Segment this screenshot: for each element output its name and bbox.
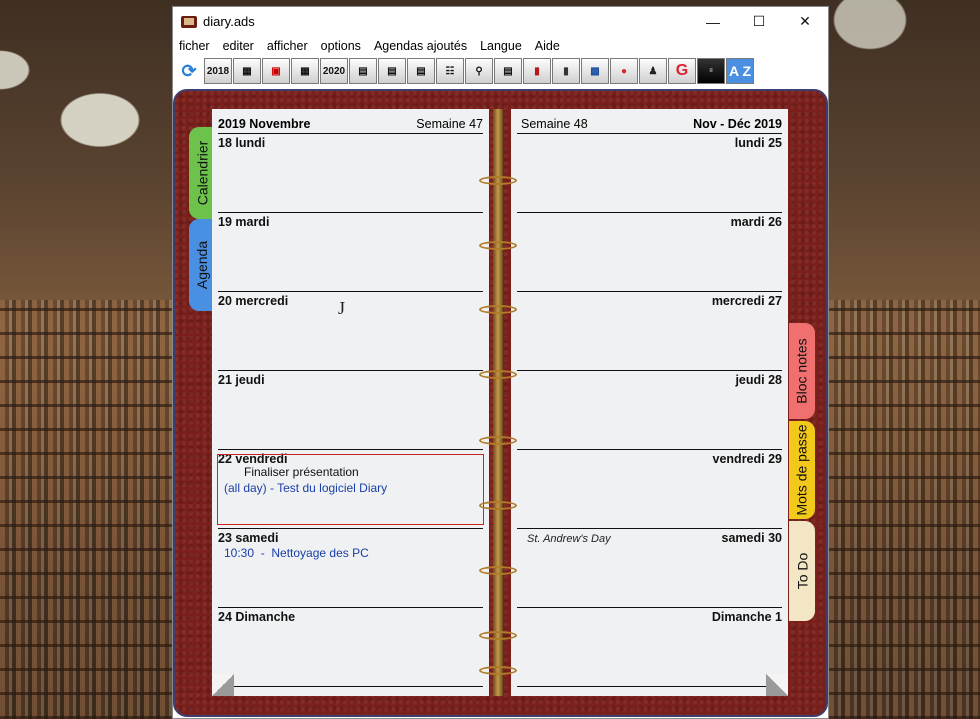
binder-ring — [479, 370, 517, 379]
day-slot[interactable]: 23 samedi 10:30 - Nettoyage des PC — [218, 529, 483, 608]
binder-ring — [479, 436, 517, 445]
day-label: 19 mardi — [218, 215, 270, 229]
day-slot[interactable]: 20 mercredi J — [218, 292, 483, 371]
menu-ficher[interactable]: ficher — [179, 39, 210, 53]
day-label: 24 Dimanche — [218, 610, 296, 624]
right-page-header: Semaine 48 Nov - Déc 2019 — [517, 117, 782, 134]
binder-spine — [493, 109, 503, 696]
refresh-icon[interactable]: ⟳ — [175, 58, 203, 84]
binder-ring — [479, 241, 517, 250]
title-bar: diary.ads — ☐ ✕ — [173, 7, 828, 36]
background-shelves-left — [0, 300, 172, 719]
calendar-icon[interactable]: ▦ — [233, 58, 261, 84]
day-slot[interactable]: Dimanche 1 — [517, 608, 782, 687]
close-button[interactable]: ✕ — [782, 7, 828, 36]
diary-book-icon[interactable]: ▮ — [552, 58, 580, 84]
month-view-icon[interactable]: ▤ — [407, 58, 435, 84]
day-slot[interactable]: 18 lundi — [218, 134, 483, 213]
week-view-icon[interactable]: ▤ — [378, 58, 406, 84]
event-note[interactable]: 10:30 - Nettoyage des PC — [224, 546, 369, 560]
menu-options[interactable]: options — [321, 39, 361, 53]
day-label: mardi 26 — [730, 215, 782, 229]
day-label: Dimanche 1 — [711, 610, 782, 624]
day-label: jeudi 28 — [735, 373, 782, 387]
event-note[interactable]: (all day) - Test du logiciel Diary — [224, 481, 387, 495]
google-icon[interactable]: G — [668, 58, 696, 84]
tab-mots-de-passe-label: Mots de passe — [794, 424, 810, 516]
today-calendar-icon[interactable]: ▣ — [262, 58, 290, 84]
page-curl-prev[interactable] — [212, 674, 234, 696]
window-title: diary.ads — [203, 14, 255, 29]
day-slot[interactable]: 19 mardi — [218, 213, 483, 292]
diary-window: diary.ads — ☐ ✕ ficher editer afficher o… — [172, 6, 829, 719]
holiday-note: St. Andrew's Day — [527, 533, 611, 545]
save-icon[interactable]: ▩ — [581, 58, 609, 84]
day-label: 21 jeudi — [218, 373, 265, 387]
diary-binder: Calendrier Agenda Bloc notes Mots de pas… — [173, 89, 828, 717]
binder-ring — [479, 566, 517, 575]
binder-ring — [479, 631, 517, 640]
day-label: 23 samedi — [218, 531, 279, 545]
menu-bar: ficher editer afficher options Agendas a… — [173, 36, 828, 56]
tab-to-do[interactable]: To Do — [789, 521, 815, 621]
menu-editer[interactable]: editer — [223, 39, 254, 53]
next-year-button[interactable]: 2020 — [320, 58, 348, 84]
month-title: Nov - Déc 2019 — [693, 117, 782, 131]
book-icon[interactable]: ▮ — [523, 58, 551, 84]
day-slot[interactable]: 24 Dimanche — [218, 608, 483, 687]
day-slot[interactable]: jeudi 28 — [517, 371, 782, 450]
menu-agendas-ajoutes[interactable]: Agendas ajoutés — [374, 39, 467, 53]
day-slot-selected[interactable]: 22 vendredi Finaliser présentation (all … — [217, 450, 484, 529]
day-label: mercredi 27 — [711, 294, 782, 308]
tab-bloc-notes-label: Bloc notes — [794, 338, 810, 404]
menu-aide[interactable]: Aide — [535, 39, 560, 53]
left-page-header: 2019 Novembre Semaine 47 — [218, 117, 483, 134]
day-slot[interactable]: vendredi 29 — [517, 450, 782, 529]
binder-ring — [479, 501, 517, 510]
day-label: 20 mercredi — [218, 294, 289, 308]
tab-mots-de-passe[interactable]: Mots de passe — [789, 421, 815, 519]
day-slot[interactable]: lundi 25 — [517, 134, 782, 213]
binder-ring — [479, 176, 517, 185]
day-label: samedi 30 — [721, 531, 782, 545]
maximize-button[interactable]: ☐ — [736, 7, 782, 36]
tab-to-do-label: To Do — [794, 552, 811, 590]
list-view-icon[interactable]: ☷ — [436, 58, 464, 84]
search-icon[interactable]: ⚲ — [465, 58, 493, 84]
notes-view-icon[interactable]: ▤ — [494, 58, 522, 84]
menu-afficher[interactable]: afficher — [267, 39, 308, 53]
info-banner-icon[interactable]: ≡ — [697, 58, 725, 84]
day-slot[interactable]: mercredi 27 — [517, 292, 782, 371]
page-curl-next[interactable] — [766, 674, 788, 696]
right-page: Semaine 48 Nov - Déc 2019 lundi 25 mardi… — [511, 109, 788, 696]
week-number: Semaine 48 — [521, 117, 588, 131]
day-view-icon[interactable]: ▤ — [349, 58, 377, 84]
prev-year-button[interactable]: 2018 — [204, 58, 232, 84]
month-title: 2019 Novembre — [218, 117, 311, 131]
day-label: lundi 25 — [734, 136, 782, 150]
sort-az-button[interactable]: A Z — [726, 58, 754, 84]
menu-langue[interactable]: Langue — [480, 39, 522, 53]
day-slot[interactable]: mardi 26 — [517, 213, 782, 292]
day-slot[interactable]: 21 jeudi — [218, 371, 483, 450]
background-shelves-right — [829, 300, 980, 719]
day-label: vendredi 29 — [712, 452, 782, 466]
day-slot[interactable]: samedi 30 St. Andrew's Day — [517, 529, 782, 608]
tab-agenda-label: Agenda — [194, 240, 210, 290]
week-number: Semaine 47 — [416, 117, 483, 131]
task-note[interactable]: Finaliser présentation — [244, 465, 359, 479]
family-icon[interactable]: ♟ — [639, 58, 667, 84]
text-cursor-icon: J — [338, 298, 346, 318]
left-page: 2019 Novembre Semaine 47 18 lundi 19 mar… — [212, 109, 489, 696]
binder-ring — [479, 666, 517, 675]
diary-app-icon — [181, 15, 197, 28]
minimize-button[interactable]: — — [690, 7, 736, 36]
tab-bloc-notes[interactable]: Bloc notes — [789, 323, 815, 419]
day-label: 18 lundi — [218, 136, 266, 150]
calendar-edit-icon[interactable]: ▦ — [291, 58, 319, 84]
balloons-icon[interactable]: ● — [610, 58, 638, 84]
binder-ring — [479, 305, 517, 314]
tab-calendrier-label: Calendrier — [194, 140, 210, 206]
toolbar: ⟳ 2018 ▦ ▣ ▦ 2020 ▤ ▤ ▤ ☷ ⚲ ▤ ▮ ▮ ▩ ● ♟ … — [173, 56, 828, 86]
